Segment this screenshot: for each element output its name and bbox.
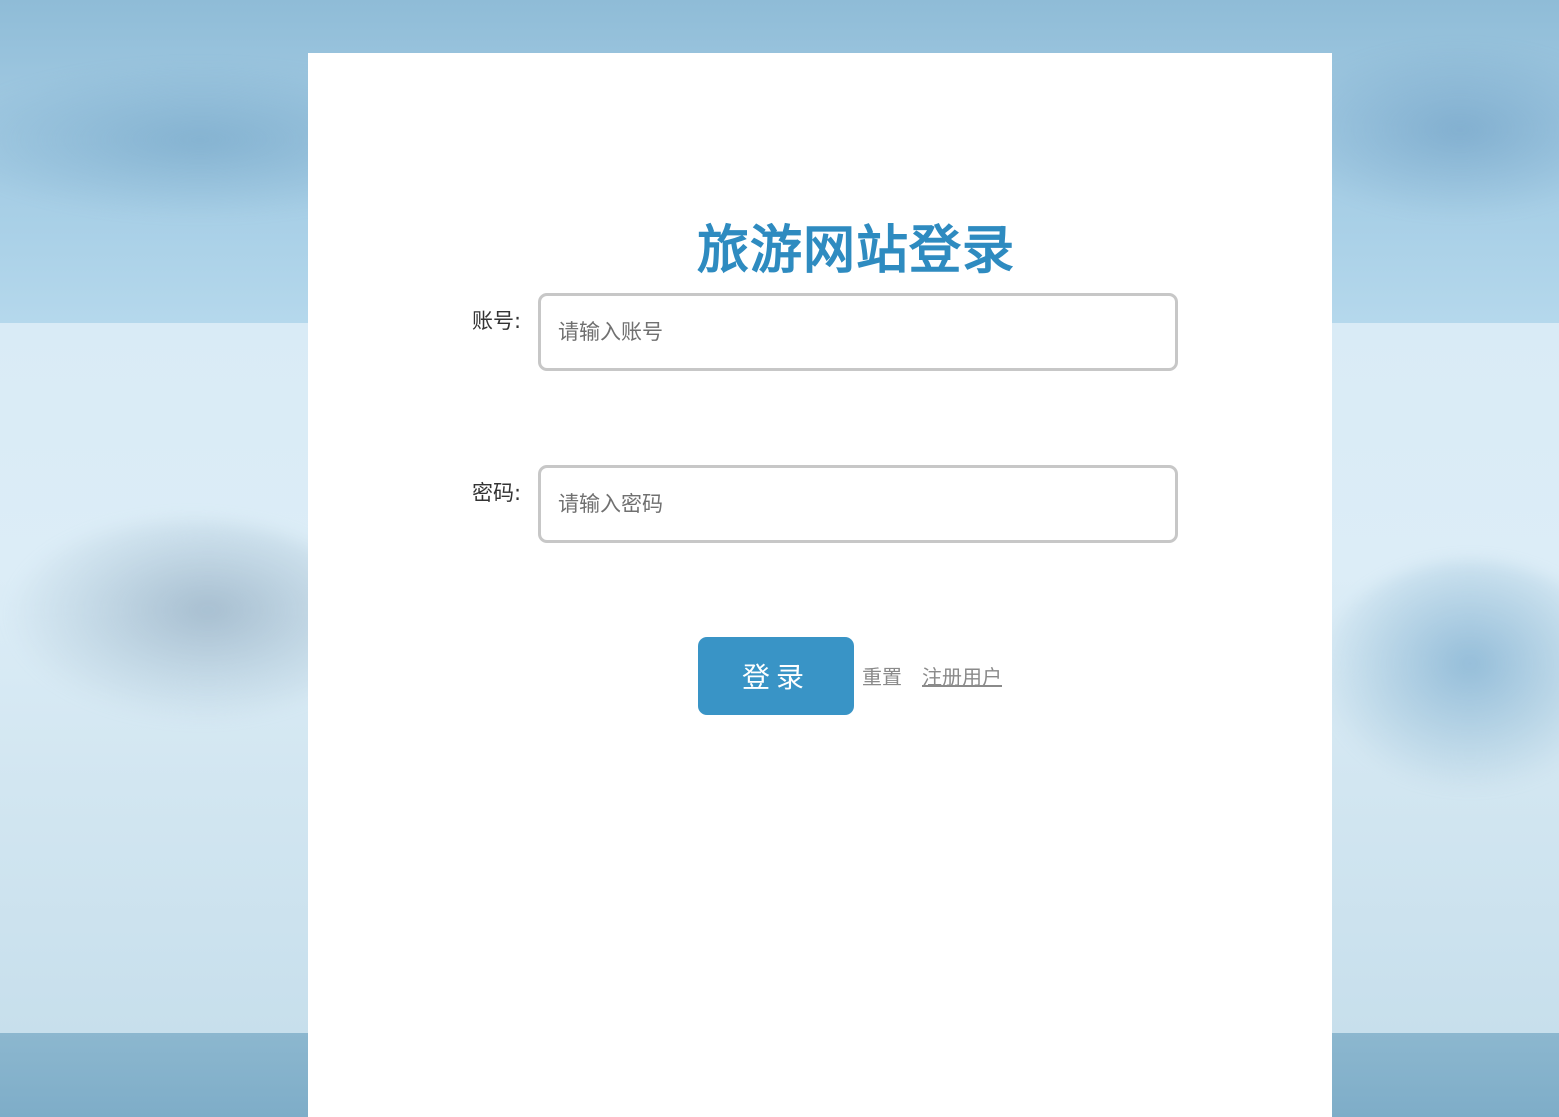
account-label: 账号: <box>472 309 522 333</box>
page-title: 旅游网站登录 <box>696 221 1015 281</box>
password-label: 密码: <box>472 481 522 505</box>
login-button[interactable]: 登录 <box>698 637 854 715</box>
password-input[interactable] <box>538 465 1178 543</box>
reset-link[interactable]: 重置 <box>862 663 902 691</box>
password-row: 密码: <box>308 465 1332 543</box>
account-row: 账号: <box>308 293 1332 371</box>
register-link[interactable]: 注册用户 <box>922 663 1002 691</box>
form-actions: 登录 重置 注册用户 <box>308 637 1332 715</box>
account-input[interactable] <box>538 293 1178 371</box>
login-panel: 旅游网站登录 账号: 密码: 登录 重置 注册用户 <box>308 53 1332 1117</box>
